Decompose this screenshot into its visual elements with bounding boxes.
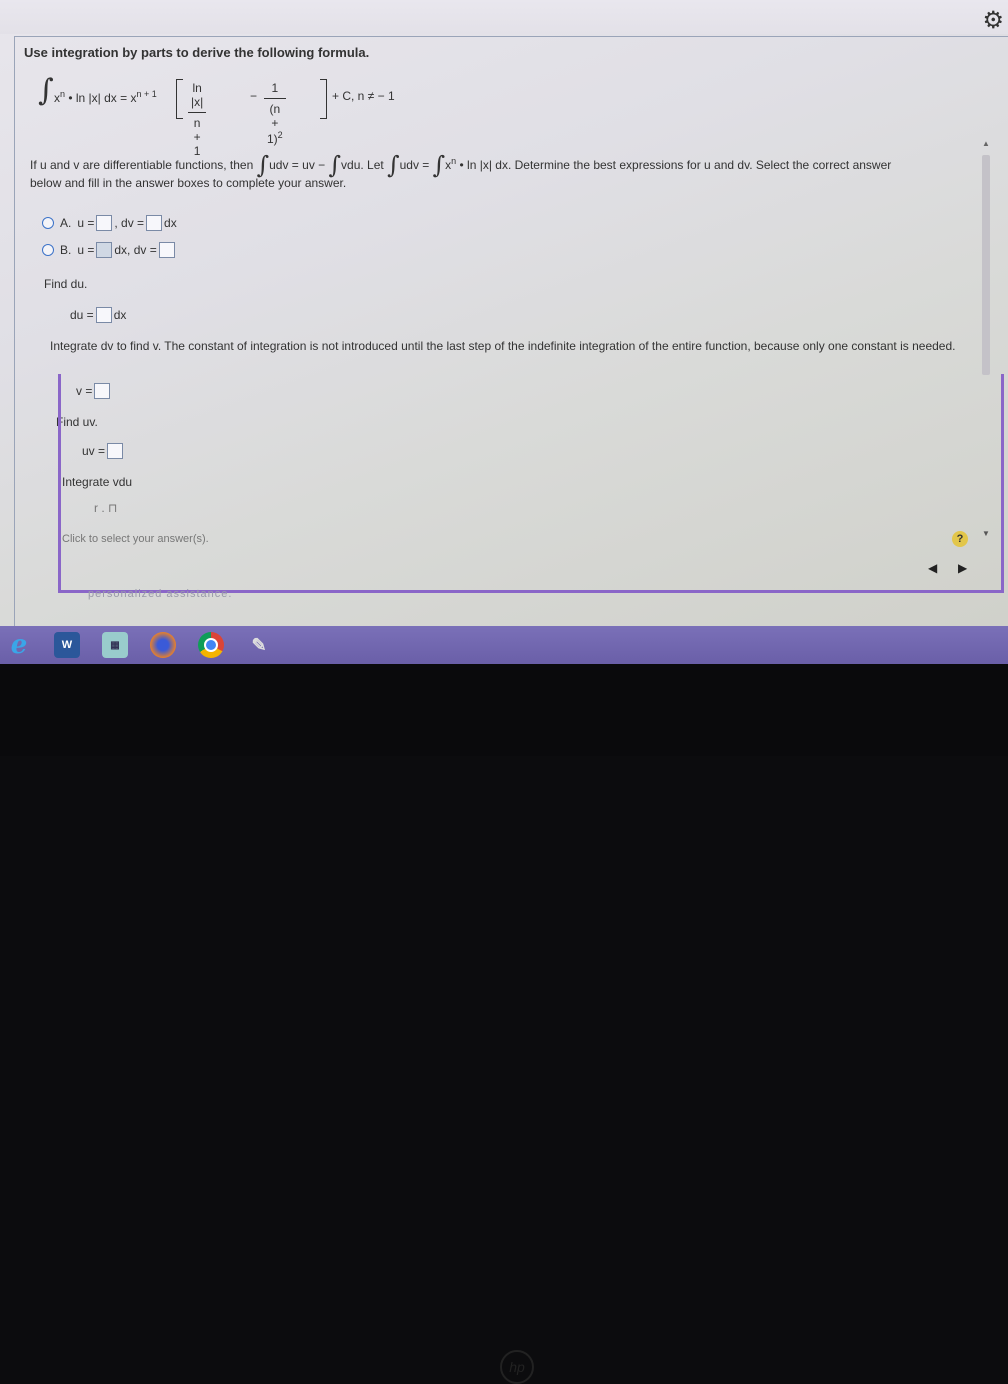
radio-a[interactable]: [42, 217, 54, 229]
gear-icon[interactable]: ⚙: [982, 6, 1004, 35]
monitor-bezel: hp: [0, 664, 1008, 1384]
browser-screen: ⚙ Use integration by parts to derive the…: [0, 0, 1008, 665]
instructions: If u and v are differentiable functions,…: [30, 151, 892, 190]
right-bracket: [320, 79, 327, 119]
minus-sign: −: [250, 89, 258, 103]
integrate-dv-label: Integrate dv to find v. The constant of …: [50, 339, 956, 353]
click-hint: Click to select your answer(s).: [62, 533, 209, 545]
radio-b[interactable]: [42, 244, 54, 256]
v-box[interactable]: [94, 383, 111, 399]
scroll-thumb[interactable]: [982, 155, 990, 375]
question-title: Use integration by parts to derive the f…: [24, 45, 370, 60]
option-a[interactable]: A. u = , dv = dx: [42, 215, 177, 231]
taskbar: e W ▦ ✎: [0, 626, 1008, 664]
find-uv-label: Find uv.: [56, 415, 98, 429]
top-bar: ⚙: [0, 0, 1008, 34]
option-b-dv-box[interactable]: [158, 242, 175, 258]
fraction-one: 1 (n + 1)2: [264, 81, 286, 146]
chrome-icon[interactable]: [198, 632, 224, 658]
faded-footer: personalized assistance.: [88, 588, 233, 600]
v-row: v =: [76, 383, 112, 399]
uv-row: uv =: [82, 443, 125, 459]
fraction-ln: ln |x| n + 1: [188, 81, 207, 158]
uv-box[interactable]: [107, 443, 124, 459]
integrate-vdu-label: Integrate vdu: [62, 475, 133, 489]
scroll-up-icon[interactable]: ▲: [982, 139, 990, 148]
scroll-down-icon[interactable]: ▼: [982, 529, 990, 538]
prev-arrow-icon[interactable]: ◀: [928, 561, 937, 575]
hp-logo: hp: [500, 1350, 534, 1384]
help-button[interactable]: ?: [952, 531, 968, 547]
left-bracket: [176, 79, 183, 119]
internet-explorer-icon[interactable]: e: [6, 630, 32, 660]
vdu-partial: r . ⊓: [94, 501, 118, 515]
option-b-u-box[interactable]: [96, 242, 113, 258]
option-b[interactable]: B. u = dx, dv =: [42, 242, 177, 258]
formula-right: + C, n ≠ − 1: [332, 89, 395, 103]
next-arrow-icon[interactable]: ▶: [958, 561, 967, 575]
integral-sign: ∫: [38, 73, 54, 108]
word-icon[interactable]: W: [54, 632, 80, 658]
find-du-label: Find du.: [44, 277, 88, 291]
du-row: du = dx: [70, 307, 127, 323]
tool-icon[interactable]: ✎: [246, 632, 272, 658]
firefox-icon[interactable]: [150, 632, 176, 658]
option-a-dv-box[interactable]: [146, 215, 163, 231]
option-a-u-box[interactable]: [96, 215, 113, 231]
scrollbar[interactable]: ▲ ▼: [980, 139, 992, 579]
du-box[interactable]: [95, 307, 112, 323]
question-panel: Use integration by parts to derive the f…: [14, 37, 994, 627]
formula-left: xn • ln |x| dx = xn + 1: [54, 89, 157, 105]
app-grid-icon[interactable]: ▦: [102, 632, 128, 658]
